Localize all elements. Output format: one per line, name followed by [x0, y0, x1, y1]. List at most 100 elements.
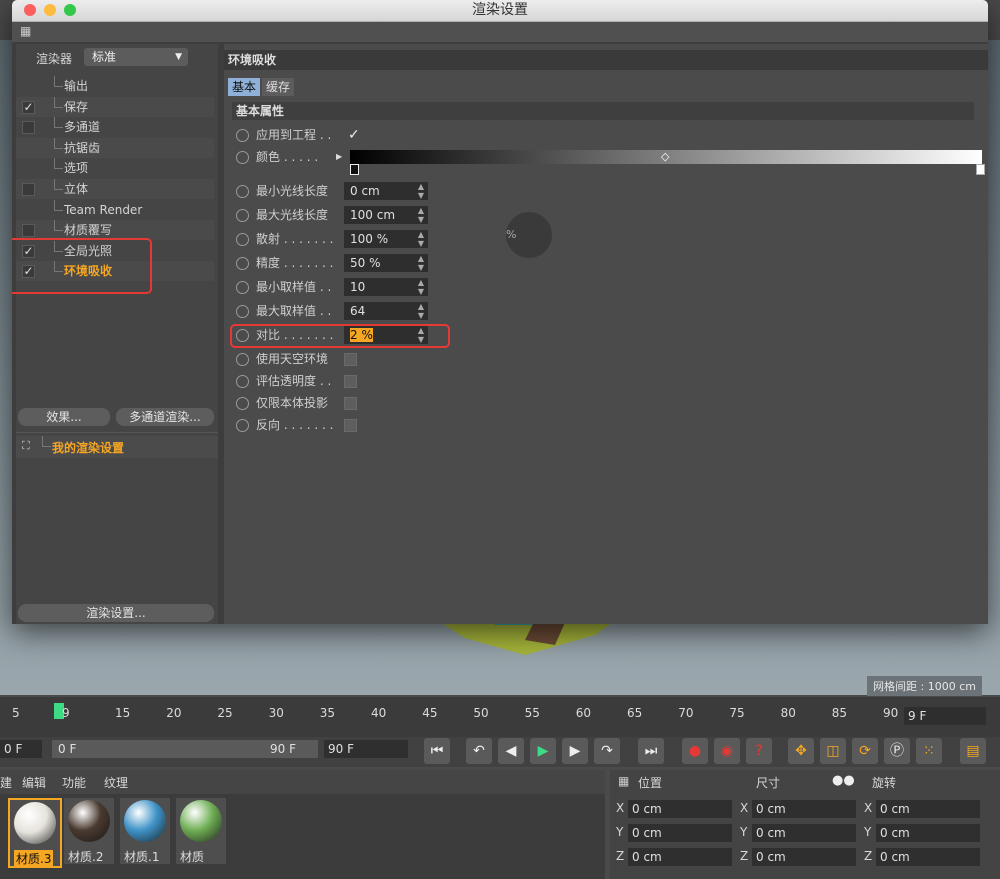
- gradient-start-knot[interactable]: [350, 164, 359, 175]
- param-field[interactable]: 100 % ▲ ▼: [344, 230, 428, 248]
- go-to-end-icon[interactable]: ⏭: [638, 738, 664, 764]
- animate-radio[interactable]: [236, 419, 249, 432]
- current-frame-field[interactable]: 9 F: [904, 707, 986, 725]
- tree-checkbox[interactable]: [22, 121, 35, 135]
- toggle-icon[interactable]: ●●: [832, 773, 855, 788]
- option-checkbox[interactable]: [344, 353, 357, 366]
- expand-triangle-icon[interactable]: ▶: [336, 146, 342, 168]
- tree-connector: [54, 158, 63, 170]
- start-field[interactable]: 0 F: [0, 740, 42, 758]
- tree-item[interactable]: 抗锯齿: [16, 137, 214, 158]
- gradient-end-knot[interactable]: [976, 164, 985, 175]
- tab-cache[interactable]: 缓存: [262, 78, 295, 96]
- animate-radio[interactable]: [236, 185, 249, 198]
- move-key-icon[interactable]: ✥: [788, 738, 814, 764]
- material-swatch[interactable]: 材质.2: [64, 798, 114, 864]
- effects-button[interactable]: 效果...: [18, 408, 110, 426]
- close-window-button[interactable]: [24, 4, 36, 16]
- param-field[interactable]: 64 ▲ ▼: [344, 302, 428, 320]
- record-keys-icon[interactable]: ●: [682, 738, 708, 764]
- animate-radio[interactable]: [236, 353, 249, 366]
- animate-radio[interactable]: [236, 397, 249, 410]
- menu-edit[interactable]: 编辑: [22, 774, 46, 791]
- spinner-arrows-icon[interactable]: ▲ ▼: [418, 278, 424, 296]
- animate-radio[interactable]: [236, 257, 249, 270]
- coord-field[interactable]: 0 cm: [876, 800, 980, 818]
- go-to-start-icon[interactable]: ⏮: [424, 738, 450, 764]
- animate-radio[interactable]: [236, 375, 249, 388]
- minimize-window-button[interactable]: [44, 4, 56, 16]
- next-frame-icon[interactable]: ▶: [562, 738, 588, 764]
- material-swatch[interactable]: 材质.3: [8, 798, 62, 868]
- grip-icon[interactable]: ▦: [20, 24, 31, 38]
- tree-checkbox[interactable]: [22, 183, 35, 196]
- tree-checkbox[interactable]: [22, 224, 35, 238]
- animate-radio[interactable]: [236, 151, 249, 164]
- film-strip-icon[interactable]: ▤: [960, 738, 986, 764]
- rotate-key-icon[interactable]: ⟳: [852, 738, 878, 764]
- menu-texture[interactable]: 纹理: [104, 774, 128, 791]
- spinner-arrows-icon[interactable]: ▲ ▼: [418, 206, 424, 224]
- parameter-key-icon[interactable]: Ⓟ: [884, 738, 910, 764]
- tree-connector: [54, 137, 63, 149]
- option-label: 仅限本体投影: [256, 396, 329, 410]
- end-field[interactable]: 90 F: [324, 740, 408, 758]
- coord-field[interactable]: 0 cm: [752, 824, 856, 842]
- param-field[interactable]: 0 cm ▲ ▼: [344, 182, 428, 200]
- timeline[interactable]: [0, 697, 1000, 737]
- previous-frame-icon[interactable]: ◀: [498, 738, 524, 764]
- scale-key-icon[interactable]: ◫: [820, 738, 846, 764]
- material-swatch[interactable]: 材质.1: [120, 798, 170, 864]
- tab-basic[interactable]: 基本: [228, 78, 261, 96]
- coord-field[interactable]: 0 cm: [752, 800, 856, 818]
- spinner-arrows-icon[interactable]: ▲ ▼: [418, 302, 424, 320]
- previous-keyframe-icon[interactable]: ↶: [466, 738, 492, 764]
- pla-key-icon[interactable]: ⁙: [916, 738, 942, 764]
- animate-radio[interactable]: [236, 233, 249, 246]
- option-checkbox[interactable]: [344, 375, 357, 388]
- coord-field[interactable]: 0 cm: [876, 848, 980, 866]
- multipass-render-button[interactable]: 多通道渲染...: [116, 408, 214, 426]
- renderer-select[interactable]: 标准 ▼: [84, 48, 188, 66]
- grip-icon[interactable]: ▦: [618, 774, 629, 788]
- spinner-arrows-icon[interactable]: ▲ ▼: [418, 254, 424, 272]
- animate-radio[interactable]: [236, 129, 249, 142]
- tree-item[interactable]: 输出: [16, 76, 214, 96]
- tree-item[interactable]: ✓ 保存: [16, 96, 214, 117]
- animate-radio[interactable]: [236, 305, 249, 318]
- option-checkbox[interactable]: [344, 397, 357, 410]
- param-field[interactable]: 100 cm ▲ ▼: [344, 206, 428, 224]
- coord-value: 0 cm: [756, 826, 786, 840]
- autokey-icon[interactable]: ◉: [714, 738, 740, 764]
- menu-create[interactable]: 建: [0, 774, 12, 791]
- coord-field[interactable]: 0 cm: [628, 800, 732, 818]
- preset-row[interactable]: ⛶ 我的渲染设置: [16, 436, 218, 458]
- material-swatch[interactable]: 材质: [176, 798, 226, 864]
- render-settings-button[interactable]: 渲染设置...: [18, 604, 214, 622]
- tree-item[interactable]: Team Render: [16, 199, 214, 220]
- grid-spacing-label: 网格间距 : 1000 cm: [867, 676, 982, 696]
- tree-checkbox[interactable]: ✓: [22, 100, 35, 114]
- coord-field[interactable]: 0 cm: [628, 824, 732, 842]
- spinner-arrows-icon[interactable]: ▲ ▼: [418, 230, 424, 248]
- option-checkbox[interactable]: [344, 419, 357, 432]
- param-field[interactable]: 10 ▲ ▼: [344, 278, 428, 296]
- next-keyframe-icon[interactable]: ↷: [594, 738, 620, 764]
- tree-item[interactable]: 选项: [16, 158, 214, 178]
- gradient-midpoint-knot[interactable]: ◇: [661, 146, 669, 168]
- zoom-window-button[interactable]: [64, 4, 76, 16]
- menu-function[interactable]: 功能: [62, 774, 86, 791]
- coord-field[interactable]: 0 cm: [628, 848, 732, 866]
- animate-radio[interactable]: [236, 281, 249, 294]
- coord-field[interactable]: 0 cm: [752, 848, 856, 866]
- keyframe-selection-icon[interactable]: ?: [746, 738, 772, 764]
- animate-radio[interactable]: [236, 209, 249, 222]
- range-slider[interactable]: 0 F 90 F: [52, 740, 318, 758]
- tree-item[interactable]: 立体: [16, 179, 214, 199]
- spinner-arrows-icon[interactable]: ▲ ▼: [418, 182, 424, 200]
- play-icon[interactable]: ▶: [530, 738, 556, 764]
- tree-item[interactable]: 多通道: [16, 117, 214, 137]
- param-field[interactable]: 50 % ▲ ▼: [344, 254, 428, 272]
- coord-field[interactable]: 0 cm: [876, 824, 980, 842]
- apply-to-project-checkbox[interactable]: ✓: [348, 124, 360, 146]
